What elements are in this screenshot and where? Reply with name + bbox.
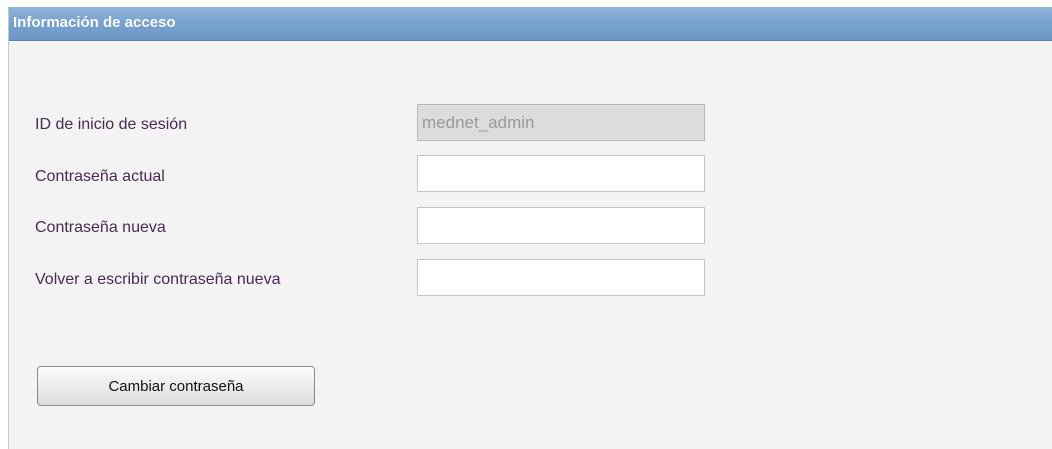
change-password-button[interactable]: Cambiar contraseña: [37, 366, 315, 406]
confirm-password-field[interactable]: [417, 259, 705, 296]
panel-title: Información de acceso: [13, 14, 176, 31]
new-password-field[interactable]: [417, 207, 705, 244]
current-password-field[interactable]: [417, 155, 705, 192]
current-password-label: Contraseña actual: [35, 168, 165, 185]
login-id-field: [417, 104, 705, 141]
new-password-label: Contraseña nueva: [35, 219, 166, 236]
panel-header: Información de acceso: [9, 7, 1052, 41]
access-info-panel: Información de acceso ID de inicio de se…: [8, 7, 1052, 449]
login-id-label: ID de inicio de sesión: [35, 116, 188, 133]
confirm-password-label: Volver a escribir contraseña nueva: [35, 271, 281, 288]
